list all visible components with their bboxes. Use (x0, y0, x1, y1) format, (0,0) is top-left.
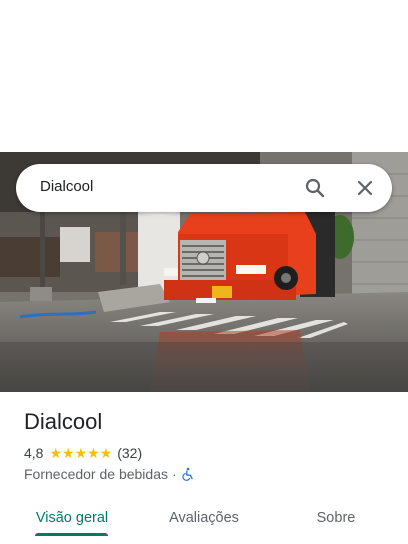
rating-row[interactable]: 4,8 ★★★★★ (32) (24, 444, 142, 462)
tab-overview[interactable]: Visão geral (14, 498, 130, 538)
wheelchair-icon (181, 467, 195, 481)
search-query[interactable]: Dialcool (40, 178, 93, 195)
rating-value: 4,8 (24, 445, 44, 461)
category-row: Fornecedor de bebidas · (24, 465, 195, 483)
rating-stars: ★★★★★ (49, 444, 113, 461)
place-name: Dialcool (24, 409, 103, 434)
search-icon[interactable] (303, 176, 327, 200)
review-count[interactable]: (32) (117, 445, 142, 461)
active-tab-indicator (35, 533, 108, 536)
tab-reviews[interactable]: Avaliações (146, 498, 262, 538)
separator-dot: · (172, 466, 177, 482)
map-area-blank (0, 0, 408, 152)
place-category[interactable]: Fornecedor de bebidas (24, 466, 168, 482)
close-icon[interactable] (353, 176, 377, 200)
tab-about[interactable]: Sobre (278, 498, 394, 538)
place-tabs: Visão geral Avaliações Sobre (0, 498, 408, 544)
search-bar[interactable]: Dialcool (16, 164, 392, 212)
truck (164, 212, 335, 303)
